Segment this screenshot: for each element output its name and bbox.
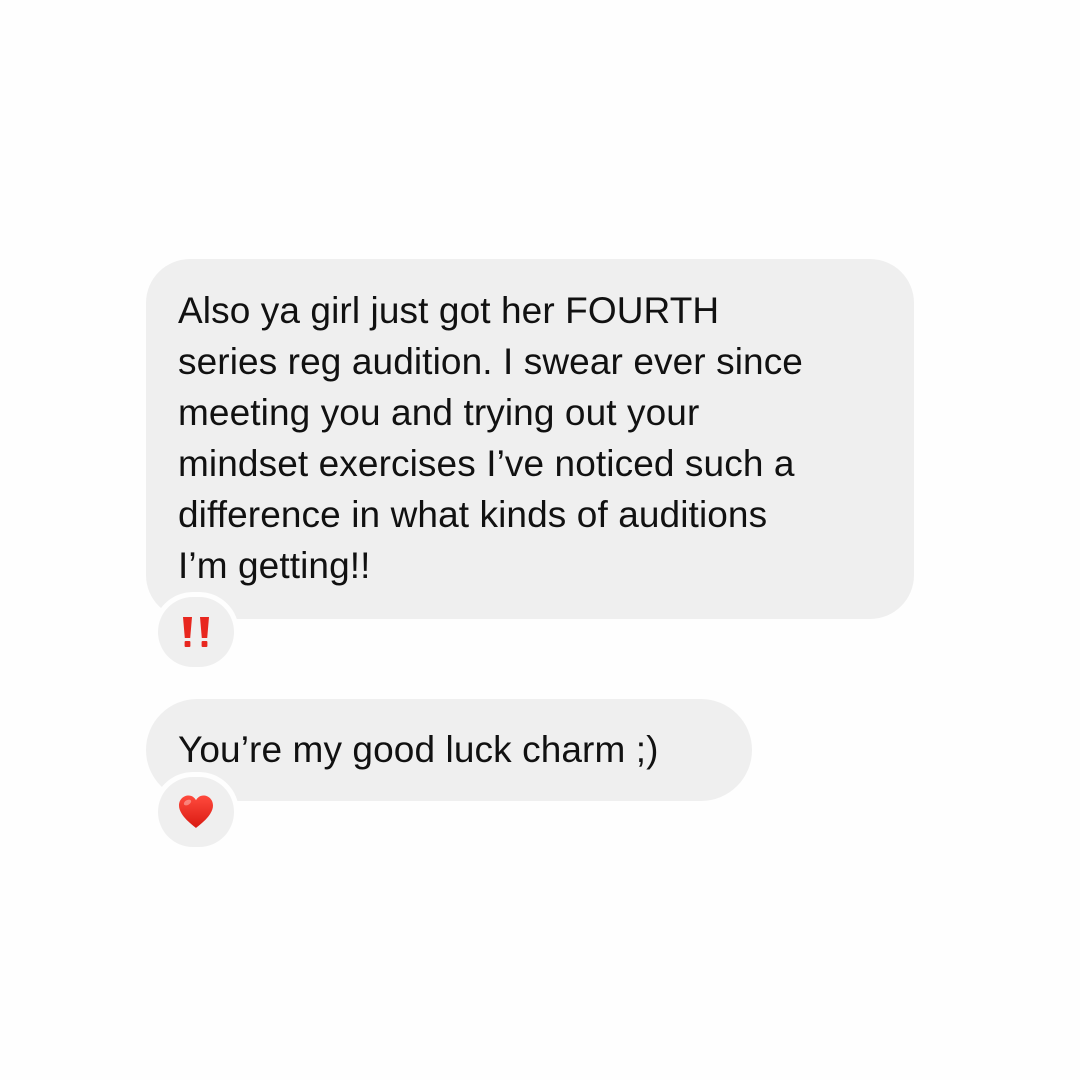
reaction-badge-1[interactable] [158,597,234,667]
message-1-line-3: meeting you and trying out your [178,392,700,433]
message-1-line-6: I’m getting!! [178,545,371,586]
message-bubble-1[interactable]: Also ya girl just got her FOURTH series … [146,259,914,619]
message-1-line-5: difference in what kinds of auditions [178,494,768,535]
message-2-line-1: You’re my good luck charm ;) [178,729,659,770]
message-thread: Also ya girl just got her FOURTH series … [0,0,1080,1080]
message-bubble-2[interactable]: You’re my good luck charm ;) [146,699,752,801]
reaction-badge-2[interactable] [158,777,234,847]
message-1-line-4: mindset exercises I’ve noticed such a [178,443,795,484]
message-1-line-1: Also ya girl just got her FOURTH [178,290,720,331]
double-exclamation-icon [183,617,209,647]
red-heart-icon [179,795,213,828]
message-1-line-2: series reg audition. I swear ever since [178,341,803,382]
